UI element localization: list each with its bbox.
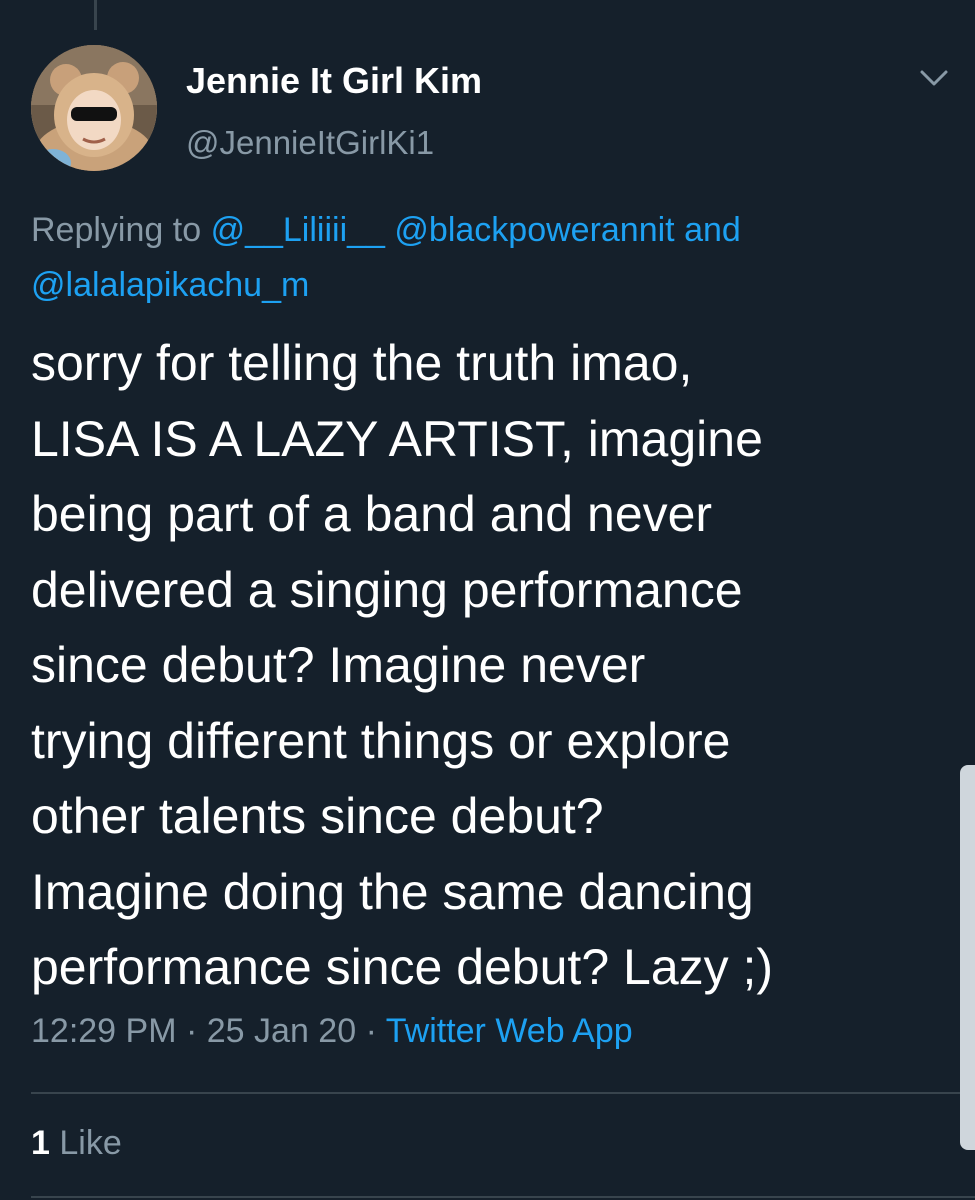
tweet-text-line: other talents since debut? (31, 788, 604, 844)
replying-to-joiner: and (684, 211, 741, 249)
replying-to: Replying to @__Liliiii__ @blackpoweranni… (31, 203, 931, 313)
likes-count-link[interactable]: 1 Like (31, 1124, 122, 1163)
tweet-body: sorry for telling the truth imao, LISA I… (31, 326, 941, 1006)
tweet-text-line: performance since debut? Lazy ;) (31, 939, 774, 995)
author-name[interactable]: Jennie It Girl Kim (186, 60, 482, 102)
tweet-text-line: trying different things or explore (31, 712, 731, 769)
tweet-source-link[interactable]: Twitter Web App (386, 1012, 633, 1050)
thread-connector-line (94, 0, 97, 30)
tweet-menu-button[interactable] (918, 66, 950, 90)
author-handle[interactable]: @JennieItGirlKi1 (186, 124, 434, 162)
scrollbar-thumb[interactable] (960, 765, 975, 1150)
tweet-date[interactable]: 25 Jan 20 (207, 1012, 356, 1050)
chevron-down-icon (920, 70, 948, 86)
avatar-image (31, 45, 157, 171)
mention-link[interactable]: @lalalapikachu_m (31, 266, 309, 304)
tweet-text-line: LISA IS A LAZY ARTIST, imagine (31, 410, 763, 467)
divider (31, 1196, 975, 1198)
tweet-meta: 12:29 PM · 25 Jan 20 · Twitter Web App (31, 1012, 633, 1051)
replying-to-label: Replying to (31, 211, 202, 249)
mention-link[interactable]: @__Liliiii__ (211, 211, 385, 249)
mention-link[interactable]: @blackpowerannit (394, 211, 674, 249)
like-count: 1 (31, 1124, 50, 1162)
avatar[interactable] (31, 45, 157, 171)
tweet-text-line: since debut? Imagine never (31, 637, 646, 693)
like-label: Like (59, 1124, 122, 1162)
tweet-time[interactable]: 12:29 PM (31, 1012, 177, 1050)
tweet-text-line: Imagine doing the same dancing (31, 863, 754, 920)
meta-separator: · (185, 1012, 198, 1050)
tweet-text-line: sorry for telling the truth imao, (31, 335, 693, 391)
meta-separator: · (365, 1012, 377, 1050)
tweet-text-line: delivered a singing performance (31, 561, 743, 618)
divider (31, 1092, 975, 1094)
tweet-text-line: being part of a band and never (31, 486, 713, 542)
